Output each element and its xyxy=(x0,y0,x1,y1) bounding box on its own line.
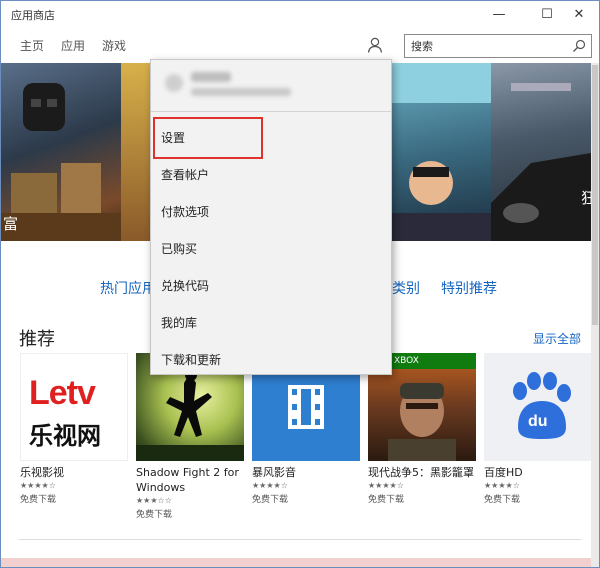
close-button[interactable]: ✕ xyxy=(559,1,599,27)
minimize-button[interactable]: — xyxy=(479,1,519,27)
divider xyxy=(19,539,581,540)
app-icon-baidu: du xyxy=(484,353,592,461)
hero-tile-racing[interactable]: 狂 xyxy=(491,63,599,241)
app-rating: ★★★☆☆ xyxy=(136,496,172,505)
hero-art-starwars xyxy=(1,83,121,241)
hero-caption-left: 富 xyxy=(3,215,19,233)
search-icon[interactable] xyxy=(572,39,586,53)
app-icon-letv: Letv 乐视网 xyxy=(20,353,128,461)
account-header[interactable] xyxy=(151,60,391,112)
search-input[interactable] xyxy=(411,36,561,57)
show-all-link[interactable]: 显示全部 xyxy=(533,330,581,347)
link-categories[interactable]: 类别 xyxy=(392,278,420,298)
app-name: 暴风影音 xyxy=(252,466,296,479)
app-name: Shadow Fight 2 for Windows xyxy=(136,466,239,494)
menu-item-downloads[interactable]: 下载和更新 xyxy=(151,342,391,378)
title-bar: 应用商店 — ☐ ✕ xyxy=(1,1,599,27)
app-price: 免费下载 xyxy=(484,495,521,505)
app-rating: ★★★★☆ xyxy=(484,481,520,490)
section-title-recommended: 推荐 xyxy=(19,329,55,350)
hero-art-movie xyxy=(391,63,491,241)
baidu-logo-text: du xyxy=(528,413,548,430)
app-price: 免费下载 xyxy=(252,495,289,505)
app-name: 百度HD xyxy=(484,466,523,479)
hero-tile-starwars[interactable]: 富 xyxy=(1,63,121,241)
user-icon[interactable] xyxy=(367,37,383,53)
menu-item-view-account[interactable]: 查看帐户 xyxy=(151,157,391,193)
letv-logo-subtext: 乐视网 xyxy=(29,422,101,450)
menu-item-library[interactable]: 我的库 xyxy=(151,305,391,341)
menu-item-redeem-code[interactable]: 兑换代码 xyxy=(151,268,391,304)
app-rating: ★★★★☆ xyxy=(368,481,404,490)
bottom-banner-edge xyxy=(1,558,599,567)
account-avatar xyxy=(165,74,183,92)
app-name: 现代战争5：黑影籠罩 xyxy=(368,466,474,479)
nav-apps[interactable]: 应用 xyxy=(61,37,85,54)
account-email-blurred xyxy=(191,88,291,96)
link-featured[interactable]: 特别推荐 xyxy=(441,278,497,298)
scrollbar-thumb[interactable] xyxy=(592,65,598,325)
nav-home[interactable]: 主页 xyxy=(20,37,44,54)
highlight-annotation xyxy=(153,117,263,159)
account-menu: 设置 查看帐户 付款选项 已购买 兑换代码 我的库 下载和更新 xyxy=(150,59,392,375)
app-name: 乐视影视 xyxy=(20,466,64,479)
window-title: 应用商店 xyxy=(11,9,55,22)
search-box[interactable] xyxy=(404,34,592,58)
hero-art-racing xyxy=(491,83,599,241)
baidu-paw-icon xyxy=(513,372,571,439)
account-name-blurred xyxy=(191,72,231,82)
app-card-letv[interactable]: Letv 乐视网 乐视影视 ★★★★☆ 免费下载 xyxy=(20,353,128,505)
app-card-shadow-fight[interactable]: Shadow Fight 2 for Windows ★★★☆☆ 免费下载 xyxy=(136,353,244,520)
app-rating: ★★★★☆ xyxy=(252,481,288,490)
hero-tile-movie[interactable] xyxy=(391,63,491,241)
app-card-baidu[interactable]: du 百度HD ★★★★☆ 免费下载 xyxy=(484,353,592,505)
nav-games[interactable]: 游戏 xyxy=(102,37,126,54)
app-price: 免费下载 xyxy=(136,510,173,520)
app-window: 应用商店 — ☐ ✕ 主页 应用 游戏 搜索 富 狂 热门应用 类别 特别推荐 … xyxy=(0,0,600,568)
menu-item-payment[interactable]: 付款选项 xyxy=(151,194,391,230)
top-nav: 主页 应用 游戏 xyxy=(1,27,599,63)
app-rating: ★★★★☆ xyxy=(20,481,56,490)
menu-item-purchased[interactable]: 已购买 xyxy=(151,231,391,267)
hero-tile-anime[interactable] xyxy=(121,63,151,241)
link-hot-apps[interactable]: 热门应用 xyxy=(100,278,156,298)
app-price: 免费下载 xyxy=(368,495,405,505)
app-price: 免费下载 xyxy=(20,495,57,505)
letv-logo-text: Letv xyxy=(29,374,96,412)
